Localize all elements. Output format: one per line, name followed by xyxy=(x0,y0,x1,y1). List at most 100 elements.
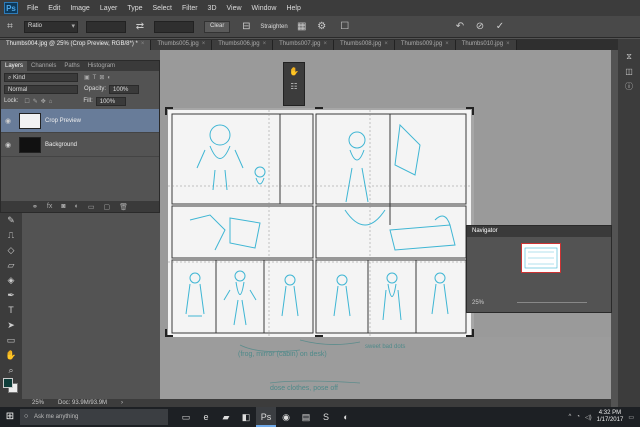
type-icon[interactable]: T xyxy=(0,303,22,318)
tray-arrow-icon[interactable]: ^ xyxy=(569,414,572,420)
right-dock: ⧖ ◫ ⓘ xyxy=(618,39,640,413)
straighten-icon[interactable]: ⊟ xyxy=(239,20,253,34)
menu-type[interactable]: Type xyxy=(122,5,147,12)
panel-tab-histogram[interactable]: Histogram xyxy=(84,63,119,69)
status-zoom[interactable]: 25% xyxy=(32,400,44,406)
ratio-select[interactable]: Ratio xyxy=(24,20,78,33)
overlay-grid-icon[interactable]: ▦ xyxy=(295,20,309,34)
adjustments-icon[interactable]: ◫ xyxy=(618,64,640,79)
navigator-zoom-slider[interactable] xyxy=(517,302,587,303)
ratio-height-field[interactable] xyxy=(154,20,194,33)
menu-image[interactable]: Image xyxy=(65,5,94,12)
menu-edit[interactable]: Edit xyxy=(43,5,65,12)
history-icon[interactable]: ⧖ xyxy=(618,49,640,64)
clear-button[interactable]: Clear xyxy=(204,20,231,33)
filter-icons[interactable]: ▣T⊠◐ xyxy=(84,74,114,81)
panel-tab-paths[interactable]: Paths xyxy=(60,63,83,69)
pen-icon[interactable]: ✒ xyxy=(0,288,22,303)
lock-icons[interactable]: ☐✎✥⌂ xyxy=(24,98,55,105)
navigator-thumbnail[interactable] xyxy=(521,243,561,273)
photoshop-taskbar-icon[interactable]: Ps xyxy=(256,407,276,427)
delete-cropped-checkbox[interactable]: ☐ xyxy=(338,20,352,34)
reset-icon[interactable]: ↶ xyxy=(453,20,467,34)
kind-filter-select[interactable]: ⌕ Kind xyxy=(4,72,78,82)
document-tab[interactable]: Thumbs008.jpg × xyxy=(333,40,395,50)
eraser-icon[interactable]: ◇ xyxy=(0,243,22,258)
cancel-icon[interactable]: ⊘ xyxy=(473,20,487,34)
menu-filter[interactable]: Filter xyxy=(177,5,203,12)
info-icon[interactable]: ⓘ xyxy=(618,79,640,94)
brush-icon[interactable]: ✎ xyxy=(0,213,22,228)
clock[interactable]: 4:32 PM 1/17/2017 xyxy=(597,410,624,424)
close-icon[interactable]: × xyxy=(141,41,145,47)
document-tab[interactable]: Thumbs004.jpg @ 25% (Crop Preview, RGB/8… xyxy=(0,40,152,50)
zoom-icon[interactable]: ⌕ xyxy=(0,363,22,378)
properties-icon[interactable]: ☷ xyxy=(284,82,304,91)
blur-icon[interactable]: ◈ xyxy=(0,273,22,288)
crop-tool-icon[interactable]: ⌗ xyxy=(3,20,17,34)
cortana-search[interactable]: Ask me anything xyxy=(20,409,168,425)
volume-icon[interactable]: ◁) xyxy=(585,414,592,421)
network-icon[interactable]: ◔ xyxy=(576,414,580,420)
foreground-color-swatch[interactable] xyxy=(3,378,13,388)
ratio-width-field[interactable] xyxy=(86,20,126,33)
visibility-eye-icon[interactable]: ◉ xyxy=(1,141,15,149)
windows-start-icon[interactable]: ⊞ xyxy=(0,407,20,427)
close-icon[interactable]: × xyxy=(202,41,206,47)
notification-icon[interactable]: ▭ xyxy=(628,414,634,421)
close-icon[interactable]: × xyxy=(384,41,388,47)
hand-icon[interactable]: ✋ xyxy=(0,348,22,363)
stamp-icon[interactable]: ⎍ xyxy=(0,228,22,243)
crop-preview-region xyxy=(168,110,471,337)
layer-row[interactable]: ◉ Background xyxy=(1,133,159,157)
path-select-icon[interactable]: ➤ xyxy=(0,318,22,333)
close-icon[interactable]: × xyxy=(445,41,449,47)
menu-layer[interactable]: Layer xyxy=(95,5,123,12)
hand-tool-icon[interactable]: ✋ xyxy=(284,67,304,76)
skype-icon[interactable]: S xyxy=(316,407,336,427)
menu-select[interactable]: Select xyxy=(148,5,177,12)
commit-check-icon[interactable]: ✓ xyxy=(493,20,507,34)
store-icon[interactable]: ◧ xyxy=(236,407,256,427)
close-icon[interactable]: × xyxy=(323,41,327,47)
opacity-field[interactable]: 100% xyxy=(109,84,140,94)
panel-tab-layers[interactable]: Layers xyxy=(1,61,28,71)
new-layer-icon[interactable]: ▢ xyxy=(103,203,110,211)
document-tab[interactable]: Thumbs007.jpg × xyxy=(273,40,334,50)
blend-mode-select[interactable]: Normal xyxy=(4,84,78,94)
link-icon[interactable]: ⚭ xyxy=(32,203,38,211)
close-icon[interactable]: × xyxy=(263,41,267,47)
straighten-button[interactable]: Straighten xyxy=(260,24,287,30)
swap-icon[interactable]: ⇄ xyxy=(133,20,147,34)
document-tab[interactable]: Thumbs006.jpg × xyxy=(212,40,274,50)
folder-icon[interactable]: ▭ xyxy=(88,203,95,211)
menu-3d[interactable]: 3D xyxy=(203,5,222,12)
fx-icon[interactable]: fx xyxy=(47,203,52,210)
layer-row[interactable]: ◉ Crop Preview xyxy=(1,109,159,133)
file-explorer-icon[interactable]: ▰ xyxy=(216,407,236,427)
document-tab[interactable]: Thumbs010.jpg × xyxy=(455,40,517,50)
folder-taskbar-icon[interactable]: ▤ xyxy=(296,407,316,427)
edge-icon[interactable]: e xyxy=(196,407,216,427)
visibility-eye-icon[interactable]: ◉ xyxy=(1,117,15,125)
fill-field[interactable]: 100% xyxy=(95,96,126,106)
adjustment-icon[interactable]: ◐ xyxy=(75,203,79,210)
app-icon[interactable]: ◉ xyxy=(276,407,296,427)
document-tab[interactable]: Thumbs009.jpg × xyxy=(394,40,456,50)
navigator-zoom[interactable]: 25% xyxy=(472,300,484,306)
document-tab[interactable]: Thumbs005.jpg × xyxy=(151,40,213,50)
close-icon[interactable]: × xyxy=(506,41,510,47)
rectangle-icon[interactable]: ▭ xyxy=(0,333,22,348)
media-icon[interactable]: ◐ xyxy=(336,407,356,427)
status-arrow-icon[interactable]: › xyxy=(121,400,123,406)
menu-window[interactable]: Window xyxy=(247,5,282,12)
mask-icon[interactable]: ◙ xyxy=(61,203,65,210)
menu-help[interactable]: Help xyxy=(281,5,305,12)
menu-file[interactable]: File xyxy=(22,5,43,12)
trash-icon[interactable]: 🗑 xyxy=(119,203,128,211)
panel-tab-channels[interactable]: Channels xyxy=(27,63,60,69)
task-view-icon[interactable]: ▭ xyxy=(176,407,196,427)
gear-icon[interactable]: ⚙ xyxy=(315,20,329,34)
gradient-icon[interactable]: ▱ xyxy=(0,258,22,273)
menu-view[interactable]: View xyxy=(222,5,247,12)
